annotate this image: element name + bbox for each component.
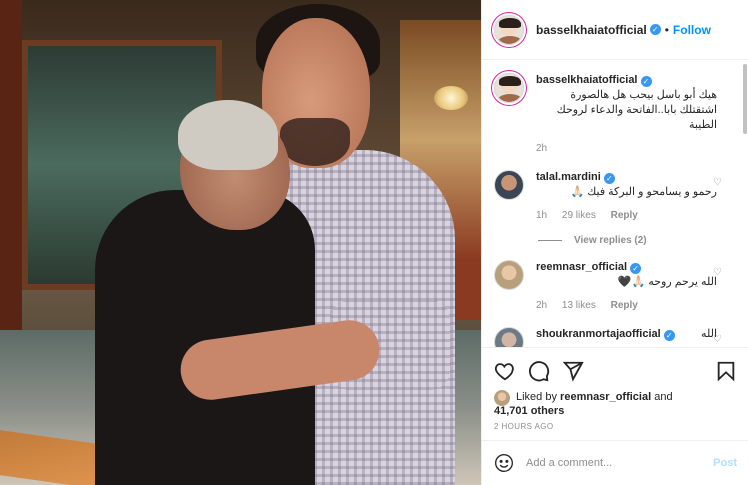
comment-heart-icon[interactable]: ♡ (713, 178, 723, 188)
verified-badge-icon: ✓ (663, 330, 675, 341)
comment-text: الله يرحم روحه 🙏🏻🖤 (617, 276, 717, 288)
caption-avatar[interactable] (494, 73, 524, 103)
comment-heart-icon[interactable]: ♡ (713, 335, 723, 345)
likes-count[interactable]: 41,701 others (494, 404, 673, 418)
liked-by-and: and (654, 391, 673, 403)
comment-input[interactable] (526, 457, 714, 469)
photo-older-man-hair (178, 100, 278, 170)
comment-text: رحمو و يسامحو و البركة فيك 🙏🏻 (570, 186, 718, 198)
reply-button[interactable]: Reply (611, 210, 638, 221)
post-actions: Liked by reemnasr_official and 41,701 ot… (482, 347, 748, 431)
separator-dot: • (664, 22, 669, 37)
caption-username[interactable]: basselkhaiatofficial (536, 74, 638, 86)
view-replies-label: View replies (2) (574, 235, 647, 246)
view-replies-button[interactable]: View replies (2) (538, 235, 737, 246)
heart-icon[interactable] (494, 360, 516, 382)
photo-young-man-beard (280, 118, 350, 166)
view-replies-line (538, 240, 562, 241)
author-username[interactable]: basselkhaiatofficial (536, 23, 647, 37)
follow-button[interactable]: Follow (673, 23, 711, 37)
verified-badge-icon: ✓ (603, 173, 615, 184)
post-side-panel: basselkhaiatofficial ✓ • Follow basselkh… (481, 0, 748, 485)
verified-badge-icon: ✓ (630, 263, 642, 274)
comment-likes[interactable]: 13 likes (562, 300, 596, 311)
post-header: basselkhaiatofficial ✓ • Follow (482, 0, 748, 60)
reply-button[interactable]: Reply (611, 300, 638, 311)
caption: basselkhaiatofficial ✓ هيك أبو باسل بيحب … (494, 73, 737, 156)
commenter-avatar[interactable] (494, 260, 524, 290)
caption-time[interactable]: 2h (536, 143, 547, 154)
paper-plane-icon[interactable] (562, 360, 584, 382)
comment-item: talal.mardini ✓ رحمو و يسامحو و البركة في… (494, 170, 737, 223)
comment-icon[interactable] (528, 360, 550, 382)
liker-username[interactable]: reemnasr_official (560, 391, 651, 403)
comment-time[interactable]: 1h (536, 210, 547, 221)
add-comment-bar: Post (482, 440, 748, 485)
post-comment-button[interactable]: Post (713, 457, 737, 469)
verified-badge-icon: ✓ (640, 76, 652, 87)
commenter-username[interactable]: talal.mardini (536, 171, 601, 183)
caption-text: هيك أبو باسل بيحب هل هالصورة اشتقتلك باب… (556, 89, 717, 131)
comment-time[interactable]: 2h (536, 300, 547, 311)
comments-scrollbar[interactable] (743, 64, 747, 344)
commenter-username[interactable]: shoukranmortajaofficial (536, 328, 661, 340)
commenter-avatar[interactable] (494, 170, 524, 200)
action-icons (494, 356, 737, 386)
likes-summary[interactable]: Liked by reemnasr_official and 41,701 ot… (494, 390, 737, 418)
commenter-username[interactable]: reemnasr_official (536, 261, 627, 273)
comment-heart-icon[interactable]: ♡ (713, 268, 723, 278)
commenter-avatar[interactable] (494, 327, 524, 347)
scroll-thumb[interactable] (743, 64, 747, 134)
comment-item: shoukranmortajaofficial ✓ الله ♡ (494, 327, 737, 347)
liked-by-prefix: Liked by (516, 391, 557, 403)
comment-item: reemnasr_official ✓ الله يرحم روحه 🙏🏻🖤 2h… (494, 260, 737, 313)
post-photo[interactable] (0, 0, 481, 485)
comments-list[interactable]: basselkhaiatofficial ✓ هيك أبو باسل بيحب … (482, 61, 748, 347)
photo-bg-lamp (434, 86, 468, 110)
bookmark-icon[interactable] (715, 360, 737, 382)
author-avatar[interactable] (494, 14, 524, 45)
post-time[interactable]: 2 HOURS AGO (494, 422, 737, 431)
comment-likes[interactable]: 29 likes (562, 210, 596, 221)
verified-badge-icon: ✓ (649, 24, 661, 35)
smiley-icon[interactable] (494, 453, 514, 473)
